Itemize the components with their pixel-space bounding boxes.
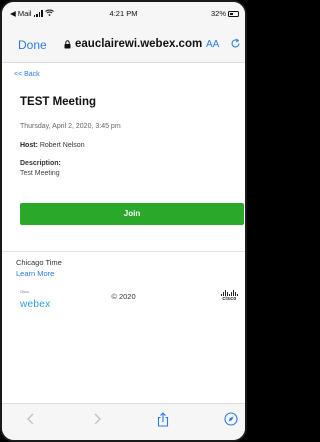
meeting-host: Host: Robert Nelson xyxy=(20,142,85,149)
cisco-logo: cisco xyxy=(221,290,238,302)
host-label: Host: xyxy=(20,142,38,149)
status-time: 4:21 PM xyxy=(109,9,138,18)
copyright: © 2020 xyxy=(111,292,136,301)
url-field[interactable]: eauclairewi.webex.com xyxy=(64,38,202,50)
compass-icon[interactable] xyxy=(224,412,238,429)
join-button[interactable]: Join xyxy=(20,203,244,225)
status-bar: ◀ Mail 4:21 PM 32% xyxy=(2,2,245,28)
url-text: eauclairewi.webex.com xyxy=(75,38,203,50)
chevron-left-icon[interactable] xyxy=(26,412,36,429)
phone-screen: ◀ Mail 4:21 PM 32% Done eauclairewi.webe… xyxy=(0,0,247,442)
battery-percent: 32% xyxy=(210,9,226,18)
status-right: 32% xyxy=(211,9,239,18)
divider xyxy=(2,251,245,252)
meeting-title: TEST Meeting xyxy=(20,96,97,108)
battery-icon xyxy=(228,10,239,17)
back-link[interactable]: << Back xyxy=(14,71,40,78)
text-size-button[interactable]: AA xyxy=(206,39,219,50)
lock-icon xyxy=(64,39,71,48)
reload-icon[interactable] xyxy=(230,38,241,52)
host-name: Robert Nelson xyxy=(39,142,85,149)
meeting-date: Thursday, April 2, 2020, 3:45 pm xyxy=(20,123,121,130)
web-content: << Back TEST Meeting Thursday, April 2, … xyxy=(2,63,245,408)
share-icon[interactable] xyxy=(157,412,169,430)
done-button[interactable]: Done xyxy=(18,38,47,52)
timezone-label: Chicago Time xyxy=(16,258,62,267)
browser-nav-bar: Done eauclairewi.webex.com AA xyxy=(2,28,245,63)
chevron-right-icon[interactable] xyxy=(92,412,102,429)
description-label: Description: xyxy=(20,160,61,167)
cisco-logo-word: cisco xyxy=(222,296,237,302)
browser-toolbar xyxy=(2,403,245,440)
description-value: Test Meeting xyxy=(20,170,60,177)
learn-more-link[interactable]: Learn More xyxy=(16,269,54,278)
